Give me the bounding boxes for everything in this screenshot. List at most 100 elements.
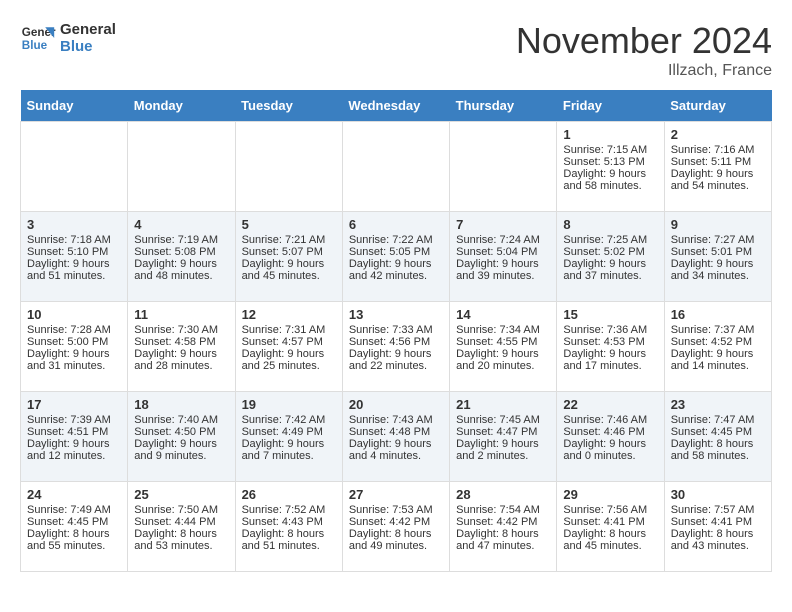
calendar-cell-1-6: 1Sunrise: 7:15 AMSunset: 5:13 PMDaylight…: [557, 122, 664, 212]
day-info: Daylight: 9 hours and 12 minutes.: [27, 438, 121, 462]
day-number: 7: [456, 217, 550, 232]
day-info: Sunrise: 7:47 AM: [671, 414, 765, 426]
calendar-cell-2-3: 5Sunrise: 7:21 AMSunset: 5:07 PMDaylight…: [235, 212, 342, 302]
day-info: Daylight: 9 hours and 7 minutes.: [242, 438, 336, 462]
day-number: 11: [134, 307, 228, 322]
calendar-cell-3-1: 10Sunrise: 7:28 AMSunset: 5:00 PMDayligh…: [21, 302, 128, 392]
day-info: Sunset: 4:53 PM: [563, 336, 657, 348]
day-number: 2: [671, 127, 765, 142]
day-info: Sunrise: 7:43 AM: [349, 414, 443, 426]
calendar-cell-5-2: 25Sunrise: 7:50 AMSunset: 4:44 PMDayligh…: [128, 482, 235, 572]
logo-icon: General Blue: [20, 20, 56, 56]
day-info: Sunrise: 7:28 AM: [27, 324, 121, 336]
day-info: Sunset: 4:45 PM: [27, 516, 121, 528]
calendar-cell-1-7: 2Sunrise: 7:16 AMSunset: 5:11 PMDaylight…: [664, 122, 771, 212]
day-info: Daylight: 9 hours and 9 minutes.: [134, 438, 228, 462]
day-number: 21: [456, 397, 550, 412]
day-info: Sunset: 5:02 PM: [563, 246, 657, 258]
header-tuesday: Tuesday: [235, 90, 342, 122]
logo: General Blue General Blue: [20, 20, 116, 56]
day-info: Daylight: 8 hours and 51 minutes.: [242, 528, 336, 552]
day-number: 8: [563, 217, 657, 232]
day-info: Sunset: 4:44 PM: [134, 516, 228, 528]
day-number: 17: [27, 397, 121, 412]
calendar-cell-1-4: [342, 122, 449, 212]
calendar-cell-5-3: 26Sunrise: 7:52 AMSunset: 4:43 PMDayligh…: [235, 482, 342, 572]
calendar-header-row: SundayMondayTuesdayWednesdayThursdayFrid…: [21, 90, 772, 122]
day-info: Sunset: 4:58 PM: [134, 336, 228, 348]
calendar-cell-4-4: 20Sunrise: 7:43 AMSunset: 4:48 PMDayligh…: [342, 392, 449, 482]
day-info: Daylight: 9 hours and 22 minutes.: [349, 348, 443, 372]
calendar-cell-1-2: [128, 122, 235, 212]
day-number: 29: [563, 487, 657, 502]
day-info: Sunset: 4:46 PM: [563, 426, 657, 438]
header-saturday: Saturday: [664, 90, 771, 122]
calendar-cell-3-6: 15Sunrise: 7:36 AMSunset: 4:53 PMDayligh…: [557, 302, 664, 392]
calendar-cell-1-3: [235, 122, 342, 212]
day-info: Sunrise: 7:40 AM: [134, 414, 228, 426]
day-info: Sunset: 5:10 PM: [27, 246, 121, 258]
day-info: Daylight: 8 hours and 49 minutes.: [349, 528, 443, 552]
day-info: Daylight: 9 hours and 39 minutes.: [456, 258, 550, 282]
day-number: 6: [349, 217, 443, 232]
day-info: Sunrise: 7:18 AM: [27, 234, 121, 246]
month-title: November 2024: [516, 20, 772, 62]
day-info: Sunset: 4:45 PM: [671, 426, 765, 438]
day-number: 14: [456, 307, 550, 322]
calendar-cell-3-2: 11Sunrise: 7:30 AMSunset: 4:58 PMDayligh…: [128, 302, 235, 392]
calendar-cell-5-6: 29Sunrise: 7:56 AMSunset: 4:41 PMDayligh…: [557, 482, 664, 572]
day-info: Daylight: 9 hours and 58 minutes.: [563, 168, 657, 192]
calendar-cell-2-6: 8Sunrise: 7:25 AMSunset: 5:02 PMDaylight…: [557, 212, 664, 302]
day-info: Sunset: 4:52 PM: [671, 336, 765, 348]
calendar-cell-4-2: 18 Sunrise: 7:40 AMSunset: 4:50 PMDayligh…: [128, 392, 235, 482]
logo-blue: Blue: [60, 38, 116, 55]
day-info: Sunrise: 7:21 AM: [242, 234, 336, 246]
day-info: Daylight: 9 hours and 17 minutes.: [563, 348, 657, 372]
day-number: 18: [134, 397, 228, 412]
day-number: 3: [27, 217, 121, 232]
day-info: Sunrise: 7:42 AM: [242, 414, 336, 426]
day-info: Sunrise: 7:31 AM: [242, 324, 336, 336]
day-info: Sunset: 4:55 PM: [456, 336, 550, 348]
day-number: 24: [27, 487, 121, 502]
day-info: Sunset: 4:48 PM: [349, 426, 443, 438]
day-info: Sunset: 4:49 PM: [242, 426, 336, 438]
day-info: Daylight: 9 hours and 37 minutes.: [563, 258, 657, 282]
location: Illzach, France: [516, 62, 772, 80]
calendar-cell-5-7: 30Sunrise: 7:57 AMSunset: 4:41 PMDayligh…: [664, 482, 771, 572]
day-info: Sunset: 5:04 PM: [456, 246, 550, 258]
day-info: Sunset: 5:13 PM: [563, 156, 657, 168]
calendar-cell-1-5: [450, 122, 557, 212]
calendar-cell-5-1: 24Sunrise: 7:49 AMSunset: 4:45 PMDayligh…: [21, 482, 128, 572]
day-number: 26: [242, 487, 336, 502]
page-header: General Blue General Blue November 2024 …: [20, 20, 772, 80]
day-info: Sunset: 4:50 PM: [134, 426, 228, 438]
day-info: Sunrise: 7:15 AM: [563, 144, 657, 156]
header-wednesday: Wednesday: [342, 90, 449, 122]
calendar-cell-2-4: 6Sunrise: 7:22 AMSunset: 5:05 PMDaylight…: [342, 212, 449, 302]
day-info: Sunset: 4:42 PM: [456, 516, 550, 528]
day-info: Sunset: 4:56 PM: [349, 336, 443, 348]
day-number: 20: [349, 397, 443, 412]
day-info: Daylight: 9 hours and 25 minutes.: [242, 348, 336, 372]
logo-general: General: [60, 21, 116, 38]
day-number: 25: [134, 487, 228, 502]
header-thursday: Thursday: [450, 90, 557, 122]
day-info: Daylight: 9 hours and 20 minutes.: [456, 348, 550, 372]
day-info: Daylight: 9 hours and 48 minutes.: [134, 258, 228, 282]
day-number: 28: [456, 487, 550, 502]
title-area: November 2024 Illzach, France: [516, 20, 772, 80]
day-info: Sunset: 5:01 PM: [671, 246, 765, 258]
day-info: Sunset: 4:57 PM: [242, 336, 336, 348]
header-sunday: Sunday: [21, 90, 128, 122]
day-number: 23: [671, 397, 765, 412]
day-info: Sunset: 4:43 PM: [242, 516, 336, 528]
day-info: Sunrise: 7:45 AM: [456, 414, 550, 426]
day-info: Sunrise: 7:19 AM: [134, 234, 228, 246]
calendar-cell-2-1: 3Sunrise: 7:18 AMSunset: 5:10 PMDaylight…: [21, 212, 128, 302]
calendar-cell-2-5: 7Sunrise: 7:24 AMSunset: 5:04 PMDaylight…: [450, 212, 557, 302]
day-number: 15: [563, 307, 657, 322]
calendar-cell-4-5: 21Sunrise: 7:45 AMSunset: 4:47 PMDayligh…: [450, 392, 557, 482]
day-number: 10: [27, 307, 121, 322]
calendar-cell-3-5: 14Sunrise: 7:34 AMSunset: 4:55 PMDayligh…: [450, 302, 557, 392]
